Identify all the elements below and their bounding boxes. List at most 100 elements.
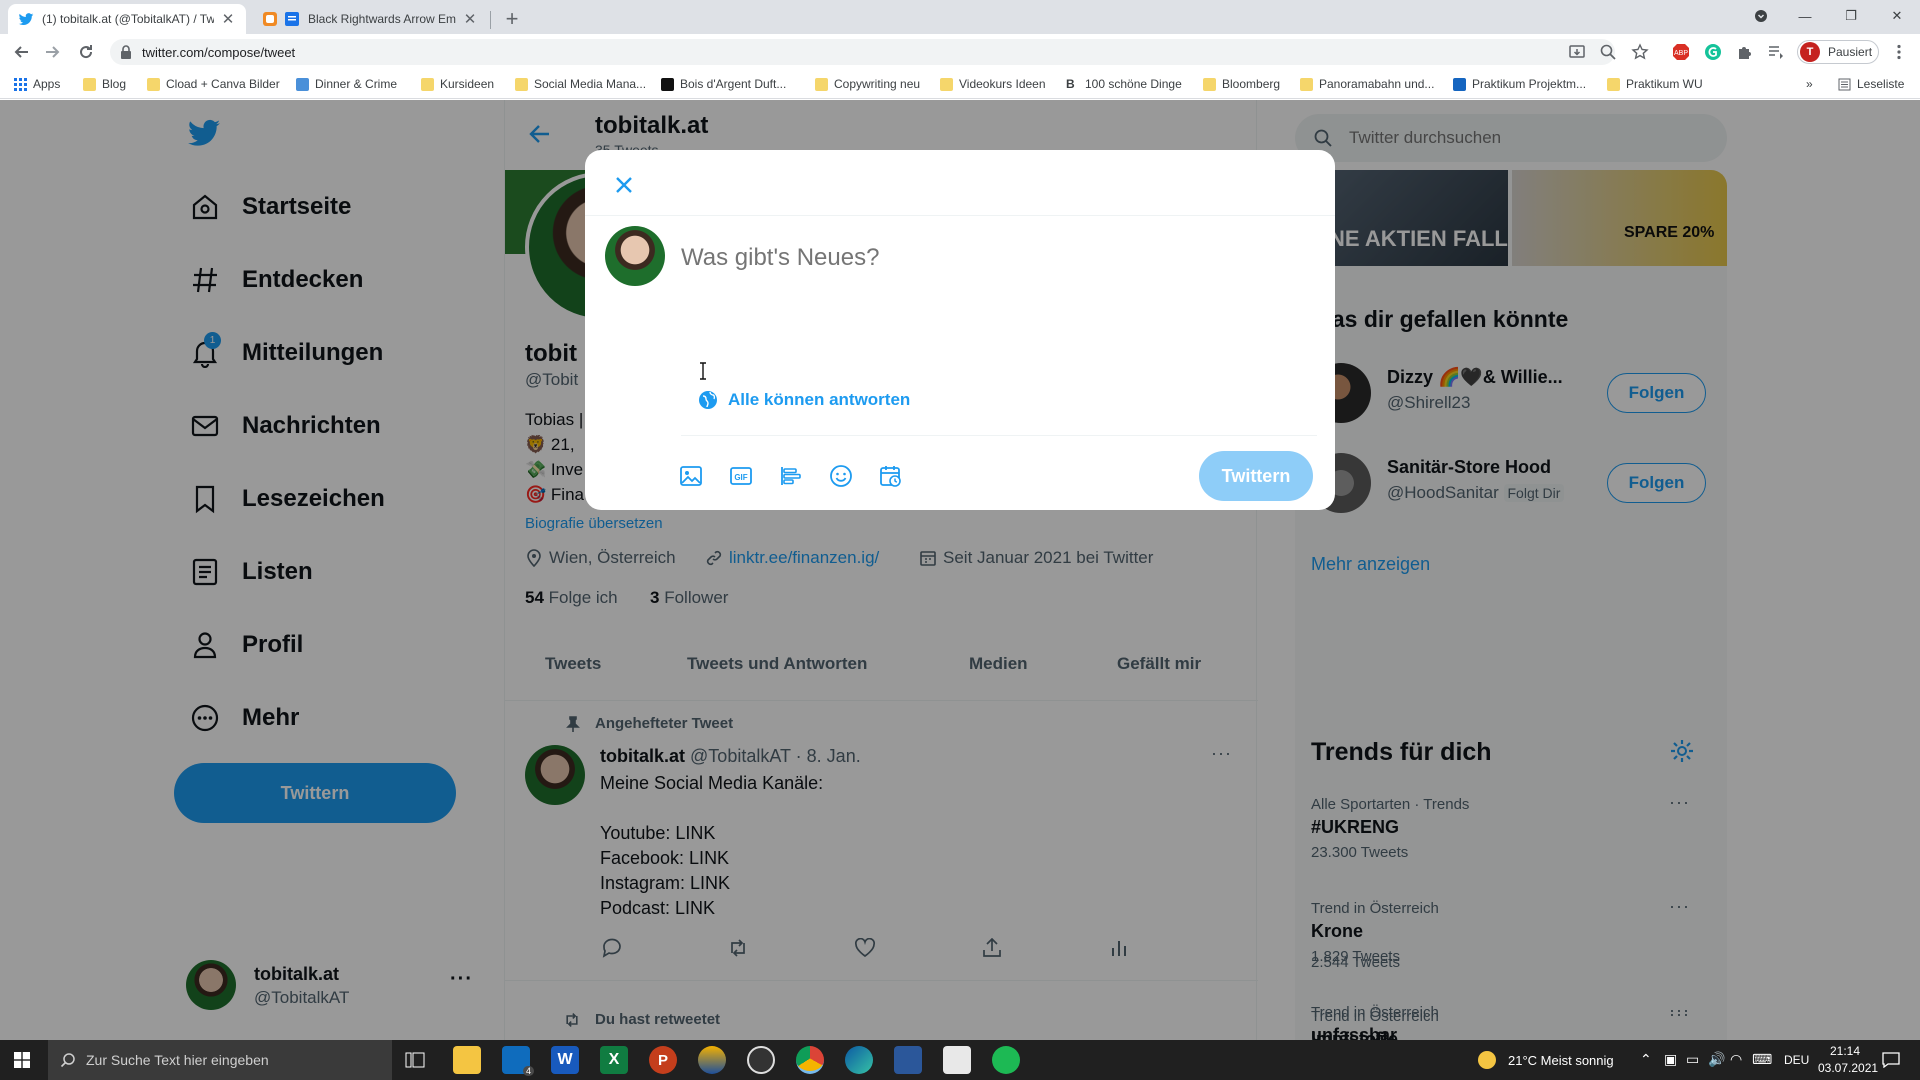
task-view-icon[interactable]: [405, 1051, 425, 1069]
excel-icon[interactable]: X: [600, 1046, 628, 1074]
bookmark-folder[interactable]: Panoramabahn und...: [1300, 76, 1434, 92]
bookmark-folder[interactable]: Kursideen: [421, 76, 494, 92]
address-bar[interactable]: twitter.com/compose/tweet: [110, 39, 1615, 65]
powerpoint-icon[interactable]: P: [649, 1046, 677, 1074]
adblock-extension-icon[interactable]: ABP: [1672, 43, 1690, 61]
bookmark-apps[interactable]: Apps: [14, 76, 60, 92]
file-explorer-icon[interactable]: [453, 1046, 481, 1074]
edge-icon[interactable]: [845, 1046, 873, 1074]
add-poll-button[interactable]: [778, 463, 804, 489]
bookmark-folder[interactable]: Blog: [83, 76, 126, 92]
reload-icon: [80, 45, 93, 59]
restore-button[interactable]: ❐: [1828, 0, 1874, 32]
tab-separator: [490, 11, 491, 29]
compose-tweet-modal: Alle können antworten GIF Twittern: [585, 150, 1335, 510]
add-media-button[interactable]: [678, 463, 704, 489]
windows-taskbar: Zur Suche Text hier eingeben 4 W X P 21°…: [0, 1040, 1920, 1080]
spotify-icon[interactable]: [992, 1046, 1020, 1074]
reload-button[interactable]: [72, 38, 100, 66]
folder-icon: [515, 77, 528, 91]
browser-tab-bar: (1) tobitalk.at (@TobitalkAT) / Tw ✕ Bla…: [0, 0, 1920, 34]
menu-kebab-icon[interactable]: [1890, 43, 1908, 61]
word-icon[interactable]: W: [551, 1046, 579, 1074]
bookmark-folder[interactable]: Praktikum WU: [1607, 76, 1703, 92]
folder-icon: [83, 77, 96, 91]
clock-time[interactable]: 21:14: [1818, 1044, 1872, 1058]
bookmark-link[interactable]: Praktikum Projektm...: [1453, 76, 1586, 92]
folder-icon: [147, 77, 160, 91]
bookmark-folder[interactable]: Copywriting neu: [815, 76, 920, 92]
browser-toolbar: twitter.com/compose/tweet ABP T Pausiert: [0, 34, 1920, 69]
url-text: twitter.com/compose/tweet: [142, 44, 296, 60]
reading-list-icon: [1838, 78, 1851, 90]
bookmark-link[interactable]: B 100 schöne Dinge: [1066, 76, 1182, 92]
lock-icon: [121, 45, 131, 59]
forward-arrow-icon: [46, 46, 60, 58]
taskbar-search-box[interactable]: Zur Suche Text hier eingeben: [48, 1040, 392, 1080]
close-window-button[interactable]: ✕: [1874, 0, 1920, 32]
windows-start-icon[interactable]: [14, 1052, 30, 1068]
tab-close-icon[interactable]: ✕: [220, 11, 236, 28]
volume-icon[interactable]: 🔊: [1708, 1051, 1725, 1068]
site-icon: [296, 77, 309, 91]
bookmarks-overflow-button[interactable]: »: [1806, 76, 1813, 92]
back-button[interactable]: [8, 38, 36, 66]
tray-chevron-icon[interactable]: ⌃: [1640, 1051, 1652, 1068]
minimize-button[interactable]: —: [1782, 0, 1828, 32]
weather-sun-icon[interactable]: [1478, 1051, 1496, 1069]
tweet-text-input[interactable]: [681, 244, 1281, 272]
weather-text[interactable]: 21°C Meist sonnig: [1508, 1053, 1614, 1068]
taskbar-search-placeholder: Zur Suche Text hier eingeben: [86, 1052, 269, 1068]
tab-close-icon[interactable]: ✕: [462, 11, 478, 28]
bookmark-folder[interactable]: Bloomberg: [1203, 76, 1280, 92]
mail-icon[interactable]: 4: [502, 1046, 534, 1076]
tab-twitter[interactable]: (1) tobitalk.at (@TobitalkAT) / Tw ✕: [8, 4, 246, 34]
bookmark-folder[interactable]: Social Media Mana...: [515, 76, 646, 92]
tray-device-icon[interactable]: ▭: [1686, 1051, 1699, 1068]
notification-center-icon[interactable]: [1882, 1052, 1900, 1068]
clock-date[interactable]: 03.07.2021: [1818, 1061, 1878, 1075]
close-modal-button[interactable]: [607, 168, 641, 202]
folder-icon: [940, 77, 953, 91]
add-gif-button[interactable]: GIF: [728, 463, 754, 489]
modal-tweet-button[interactable]: Twittern: [1199, 451, 1313, 501]
wifi-icon[interactable]: ◠: [1730, 1051, 1742, 1068]
profile-status: Pausiert: [1828, 45, 1873, 59]
chrome-icon[interactable]: [796, 1046, 824, 1074]
bookmark-folder[interactable]: Videokurs Ideen: [940, 76, 1046, 92]
obs-icon[interactable]: [747, 1046, 775, 1074]
install-icon[interactable]: [1568, 43, 1586, 61]
reply-setting-button[interactable]: Alle können antworten: [698, 390, 910, 410]
grammarly-extension-icon[interactable]: [1704, 43, 1722, 61]
tab-search-icon[interactable]: [1738, 0, 1784, 32]
tray-app-icon[interactable]: ▣: [1664, 1051, 1677, 1068]
bookmark-link[interactable]: Dinner & Crime: [296, 76, 397, 92]
tab-emoji[interactable]: Black Rightwards Arrow Emo ✕: [252, 4, 488, 34]
bookmark-folder[interactable]: Cload + Canva Bilder: [147, 76, 280, 92]
poll-icon: [781, 467, 801, 485]
bookmark-link[interactable]: Bois d'Argent Duft...: [661, 76, 786, 92]
notepad-icon[interactable]: [943, 1046, 971, 1074]
app-icon[interactable]: [698, 1046, 726, 1074]
new-tab-button[interactable]: +: [499, 6, 525, 32]
image-icon: [680, 466, 702, 486]
folder-icon: [1607, 77, 1620, 91]
extensions-puzzle-icon[interactable]: [1736, 43, 1754, 61]
keyboard-icon[interactable]: ⌨: [1752, 1051, 1772, 1068]
folder-icon: [421, 77, 434, 91]
media-queue-icon[interactable]: [1767, 43, 1785, 61]
reading-list-button[interactable]: Leseliste: [1838, 76, 1904, 92]
folder-icon: [1203, 77, 1216, 91]
reply-setting-label: Alle können antworten: [728, 390, 911, 409]
bookmark-star-icon[interactable]: [1631, 43, 1649, 61]
profile-chip[interactable]: T Pausiert: [1797, 40, 1879, 64]
language-indicator[interactable]: DEU: [1784, 1053, 1809, 1067]
compose-avatar[interactable]: [605, 226, 665, 286]
schedule-tweet-button[interactable]: [878, 463, 904, 489]
svg-text:ABP: ABP: [1674, 50, 1688, 57]
double-chevron-icon: »: [1806, 77, 1813, 91]
forward-button[interactable]: [38, 38, 66, 66]
zoom-icon[interactable]: [1599, 43, 1617, 61]
add-emoji-button[interactable]: [828, 463, 854, 489]
app-icon[interactable]: [894, 1046, 922, 1074]
